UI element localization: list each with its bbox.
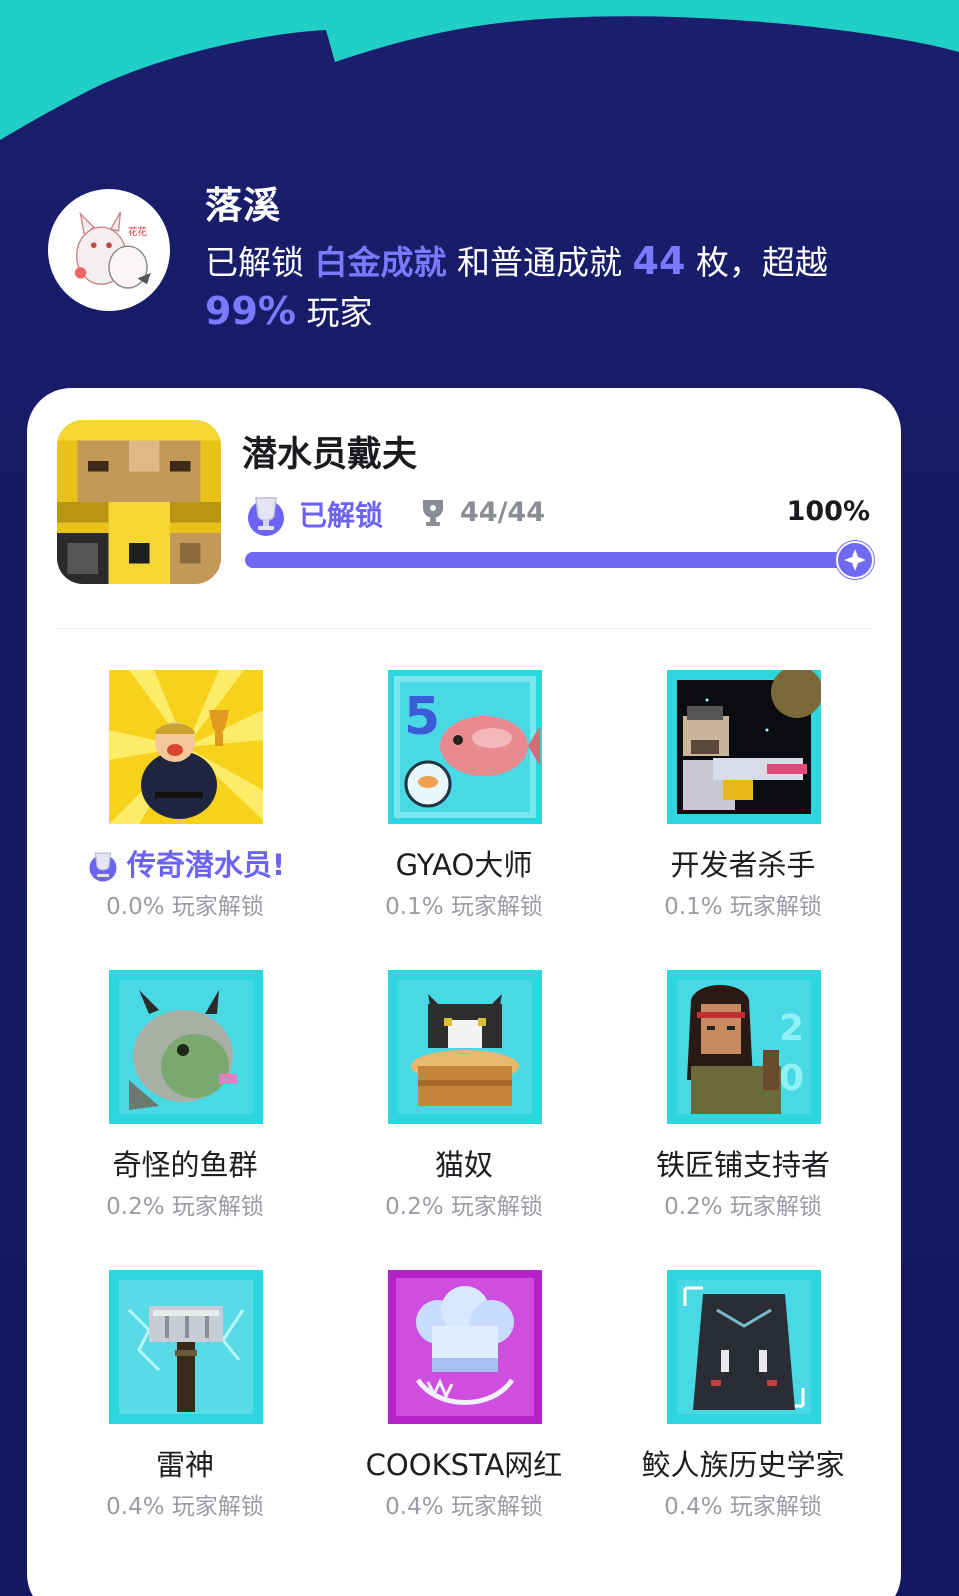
progress-fill xyxy=(245,552,857,568)
achievement-name: 传奇潜水员! xyxy=(46,842,324,884)
achievement-name: GYAO大师 xyxy=(395,848,533,882)
space-gun-icon xyxy=(667,670,821,824)
achievement-name: 鲛人族历史学家 xyxy=(641,1448,845,1482)
platinum-badge-icon xyxy=(89,852,117,882)
achievement-name: 铁匠铺支持者 xyxy=(655,1148,830,1182)
game-achievement-card: 潜水员戴夫 已解锁 44/44 100% 传奇潜水员! 0.0% 玩家解锁 5 … xyxy=(27,388,901,1596)
achievement-rate: 0.2% 玩家解锁 xyxy=(106,1194,264,1220)
platinum-badge-icon xyxy=(248,497,284,536)
status-row: 已解锁 44/44 100% xyxy=(242,490,870,536)
achievement-rate: 0.1% 玩家解锁 xyxy=(664,894,822,920)
achievement-name: 奇怪的鱼群 xyxy=(112,1148,258,1182)
achievement-item[interactable]: COOKSTA网红 0.4% 玩家解锁 xyxy=(325,1270,603,1530)
star-knob-icon xyxy=(835,540,875,580)
achievement-rate: 0.4% 玩家解锁 xyxy=(106,1494,264,1520)
divider xyxy=(57,628,871,629)
hammer-icon xyxy=(109,1270,263,1424)
achievement-item[interactable]: 雷神 0.4% 玩家解锁 xyxy=(46,1270,324,1530)
trophy-count: 44/44 xyxy=(460,497,546,528)
beat-percent: 99% xyxy=(205,289,296,333)
achievement-item[interactable]: 开发者杀手 0.1% 玩家解锁 xyxy=(604,670,882,930)
achievement-item[interactable]: 2 0 铁匠铺支持者 0.2% 玩家解锁 xyxy=(604,970,882,1230)
achievement-rate: 0.4% 玩家解锁 xyxy=(664,1494,822,1520)
achievement-name: 猫奴 xyxy=(434,1148,493,1182)
achievement-summary: 已解锁 白金成就 和普通成就 44 枚，超越 99% 玩家 xyxy=(205,237,905,337)
platinum-label: 白金成就 xyxy=(314,243,447,282)
cat-icon xyxy=(388,970,542,1124)
game-title: 潜水员戴夫 xyxy=(242,435,418,475)
unlocked-status: 已解锁 xyxy=(299,499,384,532)
svg-text:2: 2 xyxy=(779,1008,804,1049)
achievement-item[interactable]: 奇怪的鱼群 0.2% 玩家解锁 xyxy=(46,970,324,1230)
header-wave xyxy=(0,0,959,140)
achievement-page: 花花 落溪 已解锁 白金成就 和普通成就 44 枚，超越 99% 玩家 潜水员戴… xyxy=(0,0,959,1596)
achievement-rate: 0.2% 玩家解锁 xyxy=(385,1194,543,1220)
user-name: 落溪 xyxy=(205,184,281,227)
summary-mid: 和普通成就 xyxy=(457,243,622,282)
trophy-icon xyxy=(423,500,443,526)
legendary-diver-icon xyxy=(109,670,263,824)
completion-percent: 100% xyxy=(786,496,870,527)
fish-5-icon: 5 xyxy=(388,670,542,824)
dark-tablet-icon xyxy=(667,1270,821,1424)
svg-text:0: 0 xyxy=(779,1058,804,1099)
cat-avatar-icon[interactable]: 花花 xyxy=(48,189,170,311)
summary-suffix: 枚，超越 xyxy=(695,243,828,282)
achievement-rate: 0.0% 玩家解锁 xyxy=(106,894,264,920)
achievement-rate: 0.1% 玩家解锁 xyxy=(385,894,543,920)
svg-text:5: 5 xyxy=(404,687,440,747)
progress-bar xyxy=(245,540,875,580)
summary-prefix: 已解锁 xyxy=(205,243,304,282)
svg-text:花花: 花花 xyxy=(128,226,148,238)
dave-game-icon[interactable] xyxy=(57,420,221,584)
dragon-fish-icon xyxy=(109,970,263,1124)
achievement-name: 雷神 xyxy=(155,1448,214,1482)
achievement-rate: 0.4% 玩家解锁 xyxy=(385,1494,543,1520)
achievement-item[interactable]: 猫奴 0.2% 玩家解锁 xyxy=(325,970,603,1230)
achievement-item[interactable]: 鲛人族历史学家 0.4% 玩家解锁 xyxy=(604,1270,882,1530)
achievement-item[interactable]: 5 GYAO大师 0.1% 玩家解锁 xyxy=(325,670,603,930)
warrior-icon: 2 0 xyxy=(667,970,821,1124)
achievement-name-text: 传奇潜水员! xyxy=(126,848,286,882)
achievement-name: 开发者杀手 xyxy=(670,848,816,882)
summary-end: 玩家 xyxy=(306,293,373,332)
achievement-rate: 0.2% 玩家解锁 xyxy=(664,1194,822,1220)
achievement-count: 44 xyxy=(632,239,686,283)
achievement-name: COOKSTA网红 xyxy=(365,1448,563,1482)
achievement-item[interactable]: 传奇潜水员! 0.0% 玩家解锁 xyxy=(46,670,324,930)
chef-hat-icon xyxy=(388,1270,542,1424)
